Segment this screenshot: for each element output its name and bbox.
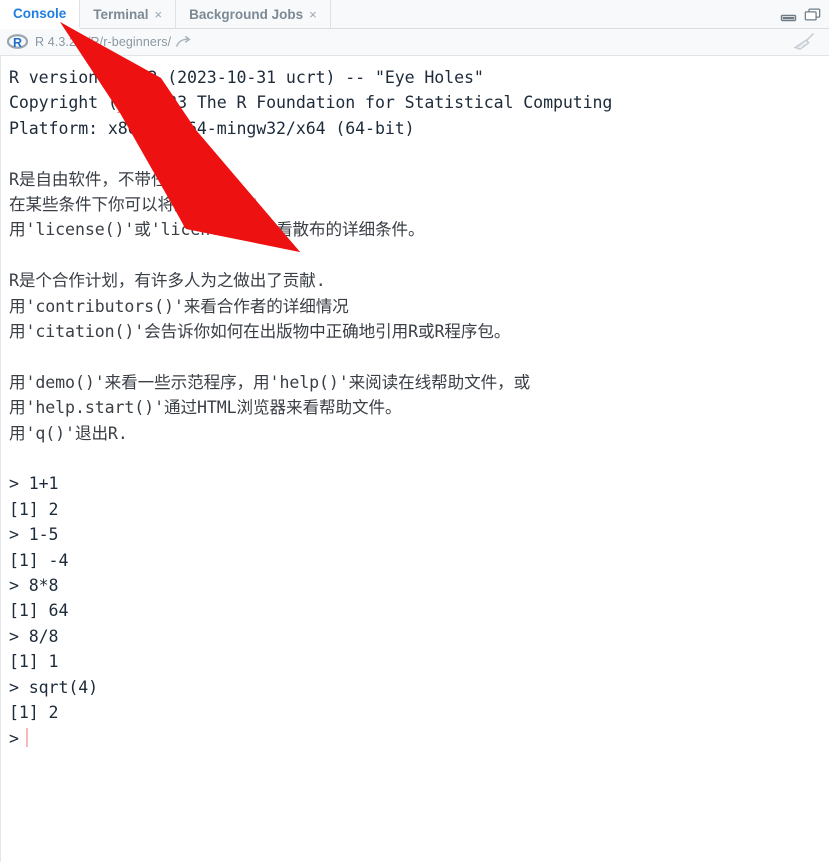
console-line: 用'demo()'来看一些示范程序，用'help()'来阅读在线帮助文件，或 (9, 372, 531, 392)
console-prompt-line[interactable]: > (9, 726, 829, 751)
minimize-icon (780, 14, 797, 21)
tab-console-label: Console (13, 6, 67, 21)
console-line-list: R version 4.3.2 (2023-10-31 ucrt) -- "Ey… (9, 65, 829, 726)
tab-console[interactable]: Console (0, 0, 81, 29)
console-line: [1] 1 (9, 652, 59, 672)
console-output[interactable]: R version 4.3.2 (2023-10-31 ucrt) -- "Ey… (0, 56, 829, 862)
console-path-bar: R R 4.3.2 ~/R/r-beginners/ (0, 29, 829, 56)
svg-text:R: R (13, 36, 22, 50)
console-line: [1] 64 (9, 601, 69, 621)
console-line: > 1+1 (9, 474, 59, 494)
console-line: R是个合作计划，有许多人为之做出了贡献. (9, 271, 326, 291)
minimize-pane-button[interactable] (780, 7, 797, 22)
console-line: R version 4.3.2 (2023-10-31 ucrt) -- "Ey… (9, 68, 484, 87)
r-logo-icon: R (7, 33, 28, 50)
tab-bar: Console Terminal × Background Jobs × (0, 0, 829, 29)
console-line: Platform: x86_64-w64-mingw32/x64 (64-bit… (9, 118, 415, 138)
prompt-symbol: > (9, 728, 19, 748)
console-line: [1] 2 (9, 499, 59, 519)
maximize-icon (804, 8, 821, 20)
tab-terminal-label: Terminal (93, 6, 149, 22)
console-line: > 8/8 (9, 626, 59, 646)
console-line: > sqrt(4) (9, 677, 99, 697)
clear-console-broom-icon[interactable] (788, 32, 818, 52)
console-line: 用'contributors()'来看合作者的详细情况 (9, 296, 349, 316)
text-cursor (25, 727, 28, 747)
console-line: > 8*8 (9, 576, 59, 596)
console-line: R是自由软件，不带任何担保。 (9, 169, 234, 189)
rstudio-console-pane: Console Terminal × Background Jobs × R R… (0, 0, 829, 863)
tab-bar-spacer (330, 0, 829, 28)
console-line: 用'q()'退出R. (9, 423, 128, 443)
tab-background-jobs[interactable]: Background Jobs × (176, 0, 331, 28)
tab-background-jobs-label: Background Jobs (189, 6, 304, 22)
console-line: Copyright (C) 2023 The R Foundation for … (9, 93, 613, 113)
console-line: [1] 2 (9, 703, 59, 723)
console-line: [1] -4 (9, 550, 69, 570)
console-line: > 1-5 (9, 525, 59, 545)
close-icon[interactable]: × (309, 8, 317, 21)
console-line: 用'license()'或'licence()'来看散布的详细条件。 (9, 220, 425, 240)
open-in-window-icon[interactable] (175, 35, 191, 49)
tab-terminal[interactable]: Terminal × (80, 0, 177, 28)
close-icon[interactable]: × (155, 8, 163, 21)
working-directory-path[interactable]: R 4.3.2 ~/R/r-beginners/ (35, 35, 171, 49)
console-line: 用'citation()'会告诉你如何在出版物中正确地引用R或R程序包。 (9, 322, 511, 342)
console-line: 用'help.start()'通过HTML浏览器来看帮助文件。 (9, 398, 402, 418)
maximize-pane-button[interactable] (804, 7, 821, 22)
console-line: 在某些条件下你可以将其自由散布。 (9, 195, 273, 215)
